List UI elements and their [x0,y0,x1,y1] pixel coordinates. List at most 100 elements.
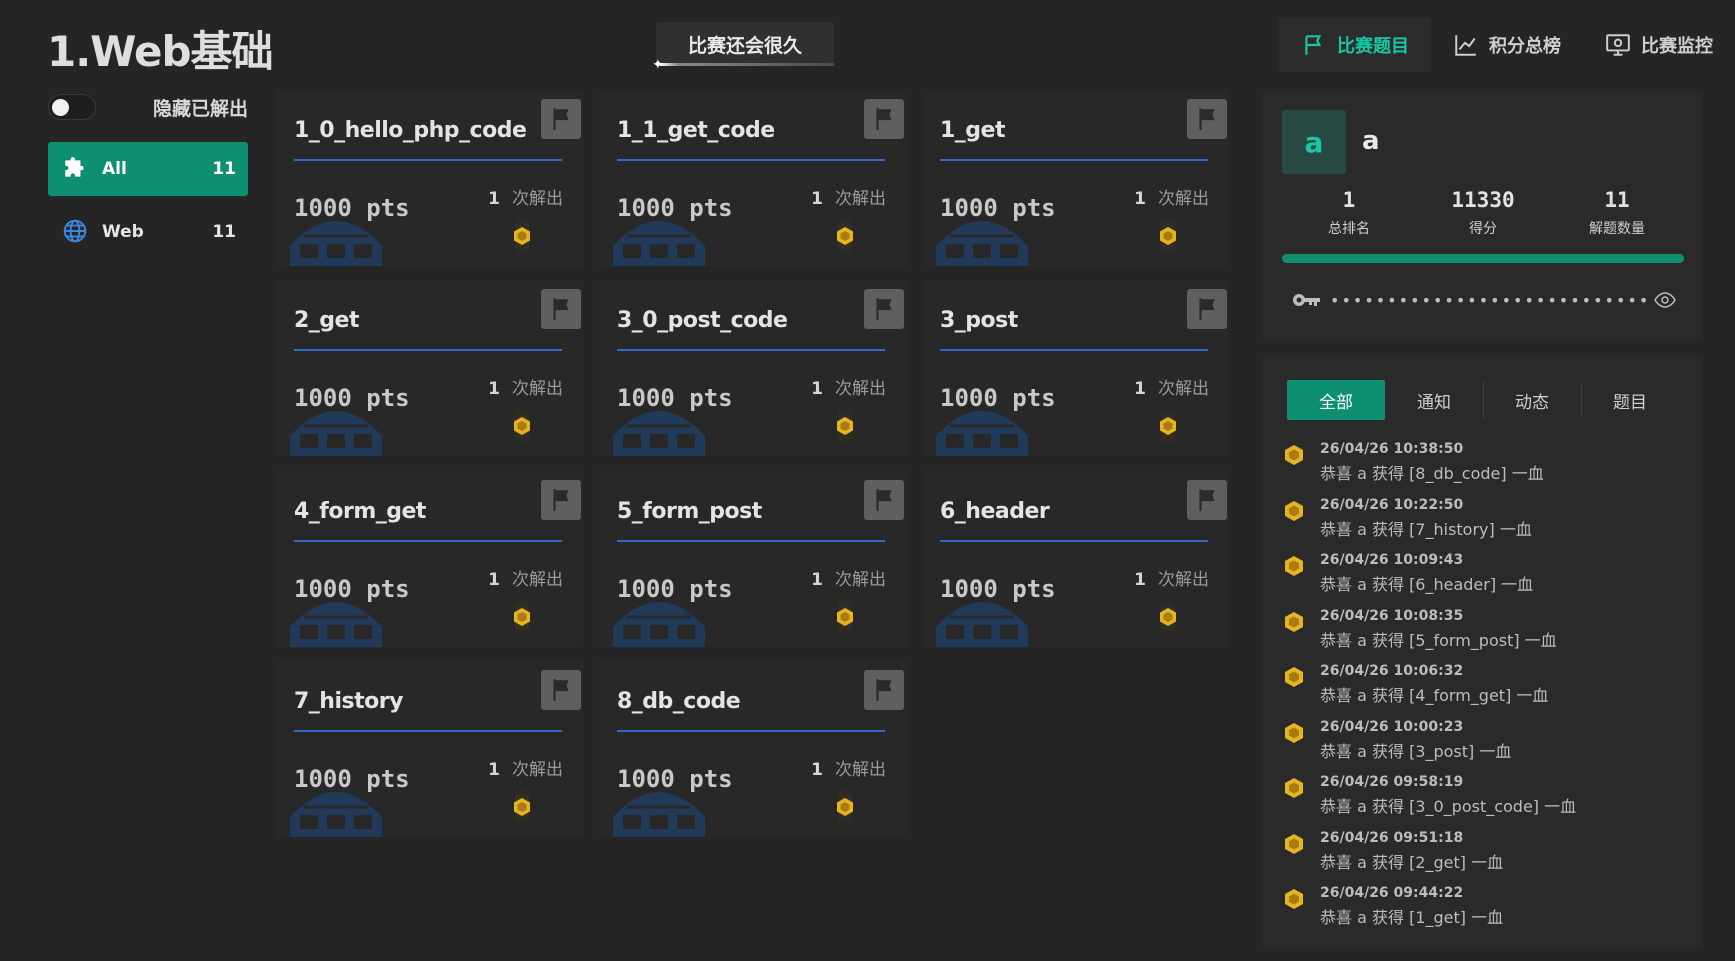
countdown-timer: 比赛还会很久 ✦ [652,22,834,72]
solve-label: 次解出 [512,189,563,209]
hide-solved-label: 隐藏已解出 [152,97,248,120]
flag-icon [1194,296,1220,322]
first-blood-hex-icon [511,406,533,446]
solve-progress-fill [1282,254,1684,263]
flag-icon [548,106,574,132]
category-web-label: Web [102,222,144,242]
solve-label: 次解出 [1158,189,1209,209]
challenge-card[interactable]: 3_0_post_code 1000 pts 1 次解出 [599,280,906,456]
challenge-points: 1000 pts [940,194,1056,222]
flag-icon [1305,35,1322,55]
solve-label: 次解出 [835,760,886,780]
flag-icon [871,296,897,322]
solve-count: 1 [1134,189,1146,209]
flag-button[interactable] [541,480,581,520]
nav-monitor[interactable]: 比赛监控 [1583,18,1735,72]
solve-label: 次解出 [1158,379,1209,399]
challenge-name: 4_form_get [294,499,426,524]
page-title: 1.Web基础 [47,27,274,76]
feed-list: 26/04/26 10:38:50 恭喜 a 获得 [8_db_code] 一血 2… [1282,438,1692,938]
hide-solved-toggle[interactable] [48,94,96,120]
flag-icon [548,296,574,322]
solve-progress-bar [1282,254,1684,263]
first-blood-hex-icon [1284,777,1304,799]
first-blood-hex-icon [834,406,856,446]
solve-count: 1 [811,570,823,590]
solve-count: 1 [488,189,500,209]
challenge-divider [294,540,562,542]
flag-button[interactable] [1187,480,1227,520]
challenge-card[interactable]: 2_get 1000 pts 1 次解出 [276,280,583,456]
avatar: a [1282,110,1346,174]
flag-button[interactable] [864,99,904,139]
category-all[interactable]: All 11 [48,142,248,196]
user-stats: 1 总排名 11330 得分 11 解题数量 [1282,188,1684,238]
feed-message: 恭喜 a 获得 [8_db_code] 一血 [1320,464,1544,483]
stat-solved: 11 解题数量 [1550,188,1684,238]
flag-button[interactable] [541,670,581,710]
first-blood-hex-icon [1284,833,1304,855]
nav-challenges-label: 比赛题目 [1337,36,1409,57]
flag-button[interactable] [864,480,904,520]
challenge-divider [617,349,885,351]
nav-monitor-label: 比赛监控 [1641,36,1713,57]
challenge-card[interactable]: 8_db_code 1000 pts 1 次解出 [599,661,906,837]
challenge-points: 1000 pts [617,384,733,412]
feed-time: 26/04/26 10:06:32 [1320,663,1464,679]
challenge-card[interactable]: 5_form_post 1000 pts 1 次解出 [599,471,906,647]
challenge-solves: 1 次解出 [811,565,886,590]
challenge-solves: 1 次解出 [811,184,886,209]
eye-icon[interactable] [1654,292,1676,308]
flag-button[interactable] [541,99,581,139]
challenge-divider [617,159,885,161]
tab-challenges[interactable]: 题目 [1581,380,1679,420]
challenge-card[interactable]: 7_history 1000 pts 1 次解出 [276,661,583,837]
solve-label: 次解出 [835,570,886,590]
first-blood-hex-icon [1284,722,1304,744]
solve-label: 次解出 [1158,570,1209,590]
feed-time: 26/04/26 10:08:35 [1320,607,1464,624]
challenge-card[interactable]: 3_post 1000 pts 1 次解出 [922,280,1229,456]
user-name: a [1362,126,1380,156]
solve-label: 次解出 [512,760,563,780]
challenge-card[interactable]: 1_0_hello_php_code 1000 pts 1 次解出 [276,90,583,266]
challenge-solves: 1 次解出 [811,374,886,399]
solve-count: 1 [1134,379,1146,399]
feed-time: 26/04/26 09:51:18 [1320,829,1464,846]
challenge-card[interactable]: 1_1_get_code 1000 pts 1 次解出 [599,90,906,266]
challenge-card[interactable]: 6_header 1000 pts 1 次解出 [922,471,1229,647]
flag-icon [548,677,574,703]
flag-button[interactable] [864,670,904,710]
nav-scoreboard[interactable]: 积分总榜 [1431,18,1583,72]
first-blood-hex-icon [1157,216,1179,256]
flag-button[interactable] [1187,289,1227,329]
stat-rank-value: 1 [1342,188,1356,212]
feed-item: 26/04/26 10:06:32 恭喜 a 获得 [4_form_get] 一血 [1282,660,1692,716]
challenge-card[interactable]: 1_get 1000 pts 1 次解出 [922,90,1229,266]
flag-button[interactable] [541,289,581,329]
feed-message: 恭喜 a 获得 [6_header] 一血 [1320,575,1534,594]
category-web[interactable]: Web 11 [48,205,248,259]
category-all-label: All [102,159,127,179]
key-icon [1293,294,1320,306]
tab-notices[interactable]: 通知 [1385,380,1483,420]
flag-icon [871,106,897,132]
challenge-card[interactable]: 4_form_get 1000 pts 1 次解出 [276,471,583,647]
tab-activity[interactable]: 动态 [1483,380,1581,420]
challenge-name: 7_history [294,689,403,714]
flag-button[interactable] [1187,99,1227,139]
feed-message: 恭喜 a 获得 [2_get] 一血 [1320,852,1504,872]
first-blood-hex-icon [834,787,856,827]
flag-icon [1194,106,1220,132]
challenge-name: 3_0_post_code [617,308,788,333]
challenge-name: 5_form_post [617,499,762,524]
feed-time: 26/04/26 10:22:50 [1320,496,1464,513]
challenge-name: 1_get [940,118,1006,143]
nav-challenges[interactable]: 比赛题目 [1279,18,1431,72]
activity-feed-panel: 全部 通知 动态 题目 26/04/26 10:38:50 恭喜 a 获得 [8_… [1262,356,1703,948]
challenge-divider [294,349,562,351]
flag-button[interactable] [864,289,904,329]
tab-all[interactable]: 全部 [1287,380,1385,420]
stat-solved-label: 解题数量 [1589,221,1645,237]
challenge-solves: 1 次解出 [488,374,563,399]
